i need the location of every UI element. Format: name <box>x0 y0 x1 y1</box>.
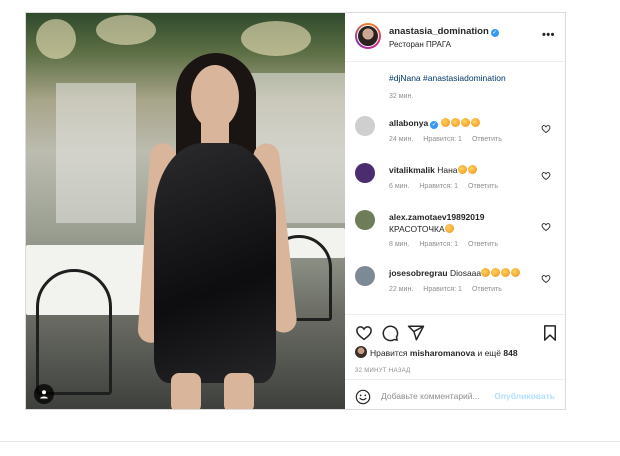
reply-button[interactable]: Ответить <box>472 286 502 293</box>
background-building <box>56 83 136 223</box>
comment-item: allabonya ✓ 24 мин. Нравится: 1 Ответить <box>345 116 565 160</box>
post-caption[interactable]: #djNana #anastasiadomination <box>389 73 506 83</box>
comment-body: КРАСОТОЧКА <box>389 224 445 234</box>
post-photo[interactable] <box>26 13 345 409</box>
emoji-icon <box>501 268 511 277</box>
more-icon[interactable]: ••• <box>542 29 555 41</box>
likes-suffix: и ещё <box>477 348 502 358</box>
reply-button[interactable]: Ответить <box>472 136 502 143</box>
bookmark-icon[interactable] <box>541 324 559 342</box>
comment-text: alex.zamotaev19892019 КРАСОТОЧКА <box>389 211 539 235</box>
author-username-text[interactable]: anastasia_domination <box>389 26 489 37</box>
comment-time: 6 мин. <box>389 183 410 190</box>
comment-item: vitalikmalik Нана 6 мин. Нравится: 1 Ответи… <box>345 163 565 207</box>
emoji-icon <box>460 118 470 127</box>
verified-icon: ✓ <box>490 29 499 37</box>
post-time: 32 МИНУТ НАЗАД <box>355 368 411 374</box>
chair <box>36 269 112 395</box>
action-bar <box>345 314 565 342</box>
share-icon[interactable] <box>407 324 425 342</box>
comment-time: 8 мин. <box>389 241 410 248</box>
author-username[interactable]: anastasia_domination ✓ <box>389 26 499 37</box>
comment-meta: 8 мин. Нравится: 1 Ответить <box>389 241 508 248</box>
comment-icon[interactable] <box>381 324 399 342</box>
reply-button[interactable]: Ответить <box>468 241 498 248</box>
commenter-avatar[interactable] <box>355 266 375 286</box>
likes-count[interactable]: 848 <box>503 348 517 358</box>
bokeh-light <box>36 19 76 59</box>
comment-heart-icon[interactable] <box>541 124 551 134</box>
comment-item: josesobregrau Diosaaa 22 мин. Нравится: 1 О… <box>345 266 565 310</box>
emoji-icon <box>440 118 450 127</box>
publish-button[interactable]: Опубликовать <box>494 391 555 401</box>
emoji-icon <box>481 268 491 277</box>
bokeh-light <box>96 15 156 45</box>
emoji-icon <box>467 165 477 174</box>
woman-face <box>191 65 239 129</box>
woman-leg <box>171 373 201 409</box>
emoji-icon <box>450 118 460 127</box>
comment-likes[interactable]: Нравится: 1 <box>419 183 458 190</box>
emoji-icon <box>511 268 521 277</box>
comment-item: alex.zamotaev19892019 КРАСОТОЧКА 8 мин. Нр… <box>345 210 565 254</box>
commenter-avatar[interactable] <box>355 116 375 136</box>
bokeh-light <box>241 21 311 56</box>
comment-meta: 6 мин. Нравится: 1 Ответить <box>389 183 508 190</box>
likes-summary[interactable]: Нравится misharomanova и ещё 848 <box>355 346 518 358</box>
comment-meta: 24 мин. Нравится: 1 Ответить <box>389 136 512 143</box>
comment-likes[interactable]: Нравится: 1 <box>423 136 462 143</box>
comment-heart-icon[interactable] <box>541 274 551 284</box>
liker-username[interactable]: misharomanova <box>410 348 475 358</box>
comment-meta: 22 мин. Нравится: 1 Ответить <box>389 286 512 293</box>
comment-box: Опубликовать <box>345 379 565 409</box>
comment-heart-icon[interactable] <box>541 171 551 181</box>
emoji-icon <box>457 165 467 174</box>
comment-text: josesobregrau Diosaaa <box>389 267 539 279</box>
caption-time: 32 мин. <box>389 93 414 100</box>
commenter-avatar[interactable] <box>355 163 375 183</box>
emoji-icon <box>491 268 501 277</box>
verified-icon: ✓ <box>430 121 439 129</box>
emoji-icon[interactable] <box>355 389 371 405</box>
comment-heart-icon[interactable] <box>541 222 551 232</box>
commenter-username[interactable]: alex.zamotaev19892019 <box>389 212 484 222</box>
page-divider <box>0 441 620 442</box>
woman-dress <box>154 143 276 383</box>
comment-time: 22 мин. <box>389 286 414 293</box>
comment-text: vitalikmalik Нана <box>389 164 539 176</box>
comment-likes[interactable]: Нравится: 1 <box>419 241 458 248</box>
commenter-avatar[interactable] <box>355 210 375 230</box>
comment-time: 24 мин. <box>389 136 414 143</box>
comment-text: allabonya ✓ <box>389 117 539 129</box>
user-icon <box>40 390 48 399</box>
comment-body: Нана <box>437 165 458 175</box>
author-avatar[interactable] <box>355 23 381 49</box>
tagged-users-button[interactable] <box>34 384 54 404</box>
comment-likes[interactable]: Нравится: 1 <box>423 286 462 293</box>
likes-prefix: Нравится <box>370 348 408 358</box>
post-location[interactable]: Ресторан ПРАГА <box>389 40 451 49</box>
woman-leg <box>224 373 254 409</box>
comment-body: Diosaaa <box>449 268 482 278</box>
commenter-username[interactable]: josesobregrau <box>389 268 448 278</box>
emoji-icon <box>470 118 480 127</box>
comment-input[interactable] <box>381 389 501 403</box>
liker-avatar <box>355 346 367 358</box>
commenter-username[interactable]: vitalikmalik <box>389 165 435 175</box>
instagram-post: anastasia_domination ✓ Ресторан ПРАГА •••… <box>25 12 566 410</box>
emoji-icon <box>444 224 454 233</box>
reply-button[interactable]: Ответить <box>468 183 498 190</box>
post-side-panel: anastasia_domination ✓ Ресторан ПРАГА •••… <box>345 13 565 409</box>
commenter-username[interactable]: allabonya <box>389 118 428 128</box>
post-header: anastasia_domination ✓ Ресторан ПРАГА ••• <box>345 13 565 62</box>
heart-icon[interactable] <box>355 324 373 342</box>
